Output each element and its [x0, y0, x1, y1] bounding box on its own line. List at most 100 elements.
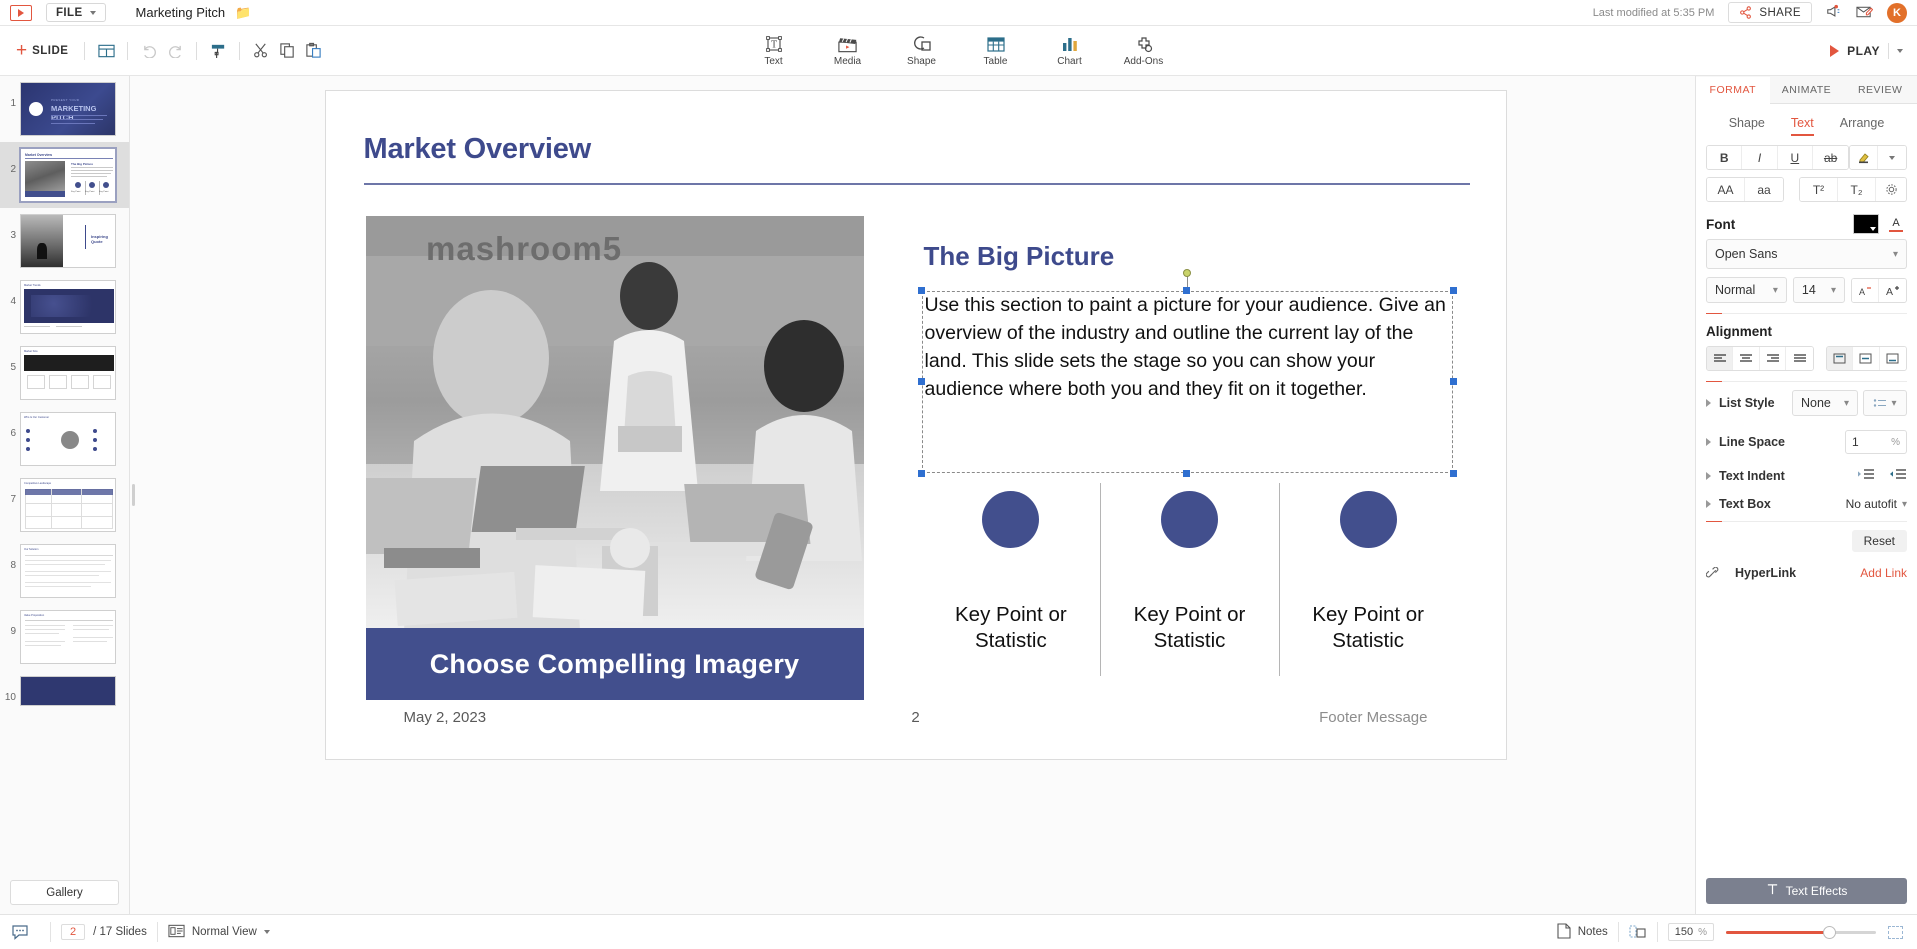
key-point-3[interactable]: Key Point or Statistic — [1278, 482, 1458, 678]
slide-thumbnail-6[interactable]: 6 Who Is Our Customer — [0, 406, 129, 472]
notes-button[interactable]: Notes — [1557, 922, 1608, 942]
subtab-text[interactable]: Text — [1790, 116, 1814, 136]
insert-shape-button[interactable]: Shape — [896, 34, 948, 67]
scissors-icon[interactable] — [248, 38, 274, 64]
text-box-content[interactable]: Use this section to paint a picture for … — [925, 292, 1453, 404]
valign-middle-icon[interactable] — [1853, 347, 1880, 370]
redo-icon[interactable] — [162, 38, 188, 64]
zoom-slider[interactable] — [1726, 925, 1876, 939]
slide-canvas-area[interactable]: Market Overview mashroom5 Choose Compell… — [136, 76, 1695, 914]
expand-triangle-icon[interactable] — [1706, 438, 1711, 446]
selected-text-box[interactable]: Use this section to paint a picture for … — [917, 269, 1457, 477]
paste-icon[interactable] — [300, 38, 326, 64]
slide-thumbnail-10[interactable]: 10 — [0, 670, 129, 712]
slide-title[interactable]: Market Overview — [364, 133, 592, 166]
expand-triangle-icon[interactable] — [1706, 471, 1711, 480]
format-painter-icon[interactable] — [205, 38, 231, 64]
bold-button[interactable]: B — [1707, 146, 1743, 169]
italic-button[interactable]: I — [1742, 146, 1778, 169]
resize-handle-l[interactable] — [917, 378, 925, 385]
slide-thumbnail-list[interactable]: 1 PRESENT YOUR MARKETING PITCH 2 Market … — [0, 76, 129, 874]
expand-triangle-icon[interactable] — [1706, 399, 1711, 407]
slide-thumbnail-1[interactable]: 1 PRESENT YOUR MARKETING PITCH — [0, 76, 129, 142]
slide-surface[interactable]: Market Overview mashroom5 Choose Compell… — [324, 90, 1507, 760]
expand-triangle-icon[interactable] — [1706, 500, 1711, 508]
current-slide-input[interactable]: 2 — [61, 924, 86, 940]
copy-icon[interactable] — [274, 38, 300, 64]
play-chevron-down-icon[interactable] — [1897, 48, 1903, 53]
gallery-button[interactable]: Gallery — [10, 880, 119, 905]
align-left-icon[interactable] — [1707, 347, 1734, 370]
undo-icon[interactable] — [136, 38, 162, 64]
decrease-font-icon[interactable]: A — [1852, 278, 1880, 302]
lowercase-button[interactable]: aa — [1745, 178, 1783, 201]
line-space-input[interactable]: 1 % — [1845, 430, 1907, 454]
subtab-shape[interactable]: Shape — [1729, 116, 1765, 136]
key-point-label[interactable]: Key Point or Statistic — [1283, 602, 1454, 654]
font-family-select[interactable]: Open Sans ▾ — [1706, 239, 1907, 269]
key-point-label[interactable]: Key Point or Statistic — [1104, 602, 1275, 654]
folder-icon[interactable]: 📁 — [235, 6, 251, 19]
user-avatar[interactable]: K — [1887, 2, 1907, 23]
megaphone-icon[interactable] — [1826, 4, 1842, 21]
rotate-handle[interactable] — [1183, 269, 1191, 277]
indent-decrease-icon[interactable] — [1857, 468, 1875, 483]
slide-thumbnail-3[interactable]: 3 Inspiring Quote — [0, 208, 129, 274]
file-menu-button[interactable]: FILE — [46, 3, 106, 22]
slide-footer-message[interactable]: Footer Message — [1319, 709, 1427, 726]
resize-handle-bl[interactable] — [917, 470, 925, 477]
insert-table-button[interactable]: Table — [970, 34, 1022, 67]
slide-thumbnail-9[interactable]: 9 Value Proposition — [0, 604, 129, 670]
slide-thumbnail-4[interactable]: 4 Market Trends — [0, 274, 129, 340]
highlighter-icon[interactable] — [1850, 146, 1879, 169]
tab-format[interactable]: FORMAT — [1696, 77, 1770, 104]
insert-text-button[interactable]: T Text — [748, 34, 800, 67]
valign-bottom-icon[interactable] — [1879, 347, 1906, 370]
share-button[interactable]: SHARE — [1728, 2, 1812, 23]
slide-thumbnail-2[interactable]: 2 Market Overview The Big Picture Key Po… — [0, 142, 129, 208]
resize-handle-b[interactable] — [1183, 470, 1190, 477]
uppercase-button[interactable]: AA — [1707, 178, 1745, 201]
superscript-button[interactable]: T² — [1800, 178, 1838, 201]
slide-subtitle[interactable]: The Big Picture — [924, 241, 1115, 272]
font-color-icon[interactable]: A — [1885, 214, 1907, 234]
increase-font-icon[interactable]: A — [1879, 278, 1906, 302]
key-point-1[interactable]: Key Point or Statistic — [922, 491, 1101, 654]
slide-thumbnail-5[interactable]: 5 Market Size — [0, 340, 129, 406]
key-point-2[interactable]: Key Point or Statistic — [1100, 482, 1279, 678]
zoom-input[interactable]: 150 % — [1667, 923, 1714, 941]
document-title[interactable]: Marketing Pitch — [136, 5, 226, 20]
key-point-label[interactable]: Key Point or Statistic — [926, 602, 1097, 654]
indent-increase-icon[interactable] — [1889, 468, 1907, 483]
tab-animate[interactable]: ANIMATE — [1770, 76, 1844, 103]
fit-to-screen-icon[interactable] — [1888, 925, 1917, 939]
gear-icon[interactable] — [1876, 178, 1906, 201]
slide-thumbnail-7[interactable]: 7 Competitive Landscape — [0, 472, 129, 538]
resize-handle-br[interactable] — [1449, 470, 1457, 477]
align-center-icon[interactable] — [1733, 347, 1760, 370]
slide-thumbnail-8[interactable]: 8 Our Solution — [0, 538, 129, 604]
strikethrough-button[interactable]: ab — [1812, 146, 1849, 169]
subscript-button[interactable]: T₂ — [1838, 178, 1876, 201]
reset-button[interactable]: Reset — [1851, 530, 1907, 552]
align-right-icon[interactable] — [1759, 347, 1787, 370]
presenter-view-icon[interactable] — [1629, 924, 1647, 940]
add-slide-button[interactable]: + SLIDE — [8, 41, 76, 60]
slide-image[interactable]: mashroom5 — [365, 216, 864, 628]
comment-icon[interactable] — [0, 924, 40, 940]
tab-review[interactable]: REVIEW — [1843, 76, 1917, 103]
underline-button[interactable]: U — [1777, 146, 1813, 169]
subtab-arrange[interactable]: Arrange — [1840, 116, 1884, 136]
bullet-list-icon[interactable]: ▾ — [1863, 390, 1907, 416]
image-caption[interactable]: Choose Compelling Imagery — [365, 628, 864, 700]
play-icon[interactable] — [1830, 44, 1840, 57]
list-style-select[interactable]: None ▾ — [1792, 390, 1858, 416]
highlight-chevron-down-icon[interactable] — [1878, 146, 1906, 169]
insert-media-button[interactable]: Media — [822, 34, 874, 67]
text-effects-button[interactable]: Text Effects — [1706, 878, 1907, 904]
add-link-button[interactable]: Add Link — [1860, 566, 1907, 580]
insert-addons-button[interactable]: Add-Ons — [1118, 34, 1170, 67]
chevron-down-icon[interactable]: ▾ — [1902, 499, 1907, 510]
layout-icon[interactable] — [93, 38, 119, 64]
text-box-value[interactable]: No autofit — [1846, 497, 1897, 511]
